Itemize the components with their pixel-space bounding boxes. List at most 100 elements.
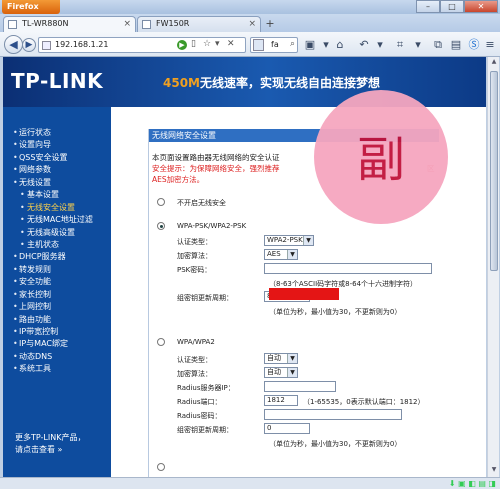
sidebar-item-wizard[interactable]: 设置向导 [13, 139, 93, 151]
label-wpa-period: 组密钥更新周期： [177, 426, 233, 434]
search-text: fa [271, 40, 279, 49]
label-disable-security: 不开启无线安全 [177, 199, 226, 207]
address-bar[interactable]: 192.168.1.21 ▶ ▯ ☆ ▾ ✕ [38, 37, 246, 53]
sidebar-item-mac-filter[interactable]: 无线MAC地址过滤 [13, 214, 93, 226]
label-radius-ip: Radius服务器IP： [177, 384, 235, 392]
label-psk-enc: 加密算法： [177, 252, 212, 260]
wpa-enc-select[interactable]: 自动 ▼ [264, 367, 298, 378]
chevron-down-icon: ▼ [287, 250, 297, 259]
wpa-enc-value: 自动 [267, 368, 281, 376]
slogan-text: 无线速率，实现无线自由连接梦想 [200, 76, 381, 90]
sidebar-item-host-status[interactable]: 主机状态 [13, 239, 93, 251]
header-slogan: 450M无线速率，实现无线自由连接梦想 [163, 74, 380, 91]
sidebar-item-parental[interactable]: 家长控制 [13, 289, 93, 301]
sidebar-item-wireless-security[interactable]: 无线安全设置 [13, 202, 93, 214]
go-icon[interactable]: ▶ [177, 40, 187, 50]
wpa-auth-select[interactable]: 自动 ▼ [264, 353, 298, 364]
chevron-down-icon: ▼ [287, 368, 297, 377]
tab-label: FW150R [156, 19, 190, 28]
scrollbar-thumb[interactable] [490, 71, 498, 271]
addon-icon[interactable]: Ⓢ [466, 38, 482, 52]
label-wpa-auth: 认证类型： [177, 356, 212, 364]
star-icon[interactable]: ☆ [203, 39, 211, 49]
sidebar-item-status[interactable]: 运行状态 [13, 127, 93, 139]
sidebar: 运行状态 设置向导 QSS安全设置 网络参数 无线设置 基本设置 无线安全设置 … [3, 107, 111, 477]
psk-password-field[interactable] [264, 263, 432, 274]
site-identity-icon[interactable] [42, 41, 51, 50]
crop-icon[interactable]: ⌗ [392, 38, 408, 52]
sidebar-item-forwarding[interactable]: 转发规则 [13, 264, 93, 276]
slogan-highlight: 450M [163, 76, 200, 90]
close-tab-icon[interactable]: × [123, 17, 131, 31]
phone-icon[interactable]: ▯ [191, 39, 196, 49]
sidebar-item-wireless-advanced[interactable]: 无线高级设置 [13, 227, 93, 239]
new-tab-icon[interactable]: + [263, 18, 277, 31]
screenshot-icon[interactable]: ⧉ [430, 38, 446, 52]
close-icon[interactable]: ✕ [464, 0, 498, 13]
sidebar-menu: 运行状态 设置向导 QSS安全设置 网络参数 无线设置 基本设置 无线安全设置 … [13, 127, 93, 376]
label-radius-password: Radius密码： [177, 412, 222, 420]
psk-auth-select[interactable]: WPA2-PSK ▼ [264, 235, 314, 246]
sidebar-item-security[interactable]: 安全功能 [13, 276, 93, 288]
window-controls: – □ ✕ [416, 0, 498, 14]
status-bar: ⬇ ▣ ◧ ▤ ◨ [0, 477, 500, 489]
dropdown-icon[interactable]: ▾ [372, 38, 388, 52]
stamp-character: 副 [356, 132, 405, 188]
sidebar-item-qss[interactable]: QSS安全设置 [13, 152, 93, 164]
bookmark-menu-icon[interactable]: ▣ [302, 38, 318, 52]
scroll-down-icon[interactable]: ▼ [489, 466, 499, 476]
back-icon[interactable]: ◀ [4, 35, 23, 54]
radius-port-field[interactable]: 1812 [264, 395, 298, 406]
sidebar-item-access-control[interactable]: 上网控制 [13, 301, 93, 313]
label-wpa: WPA/WPA2 [177, 338, 215, 346]
psk-enc-value: AES [267, 250, 281, 258]
tab-label: TL-WR880N [22, 19, 69, 28]
sidebar-item-wireless[interactable]: 无线设置 [13, 177, 93, 189]
more-products-line2: 请点击查看 » [15, 445, 63, 454]
wpa-period-field[interactable]: 0 [264, 423, 310, 434]
radius-ip-field[interactable] [264, 381, 336, 392]
menu-icon[interactable]: ≡ [482, 38, 498, 52]
undo-icon[interactable]: ↶ [356, 38, 372, 52]
tab-fw150r[interactable]: FW150R × [137, 16, 261, 32]
home-icon[interactable]: ⌂ [332, 38, 348, 52]
sidebar-item-network[interactable]: 网络参数 [13, 164, 93, 176]
radio-disable-security[interactable] [157, 198, 165, 206]
sidebar-item-wireless-basic[interactable]: 基本设置 [13, 189, 93, 201]
radio-wpa[interactable] [157, 338, 165, 346]
sidebar-item-system-tools[interactable]: 系统工具 [13, 363, 93, 375]
radio-wep[interactable] [157, 463, 165, 471]
radius-password-field[interactable] [264, 409, 402, 420]
forward-icon[interactable]: ▶ [22, 38, 36, 52]
label-psk-auth: 认证类型： [177, 238, 212, 246]
more-products-link[interactable]: 更多TP-LINK产品， 请点击查看 » [15, 432, 105, 456]
reload-icon[interactable]: ✕ [227, 39, 235, 49]
label-wpa-enc: 加密算法： [177, 370, 212, 378]
search-icon[interactable]: ⌕ [290, 39, 295, 49]
firefox-menu-button[interactable]: Firefox [2, 0, 60, 14]
dropdown-icon[interactable]: ▾ [215, 39, 220, 49]
radio-wpa-psk[interactable] [157, 222, 165, 230]
minimize-icon[interactable]: – [416, 0, 440, 13]
vertical-scrollbar[interactable]: ▲ ▼ [487, 57, 499, 477]
sidebar-item-dhcp[interactable]: DHCP服务器 [13, 251, 93, 263]
sidebar-item-ip-mac[interactable]: IP与MAC绑定 [13, 338, 93, 350]
note-icon[interactable]: ▤ [448, 38, 464, 52]
psk-enc-select[interactable]: AES ▼ [264, 249, 298, 260]
chevron-down-icon: ▼ [303, 236, 313, 245]
psk-auth-value: WPA2-PSK [267, 236, 303, 244]
maximize-icon[interactable]: □ [440, 0, 464, 13]
search-engine-icon[interactable] [253, 39, 264, 51]
search-box[interactable]: fa ⌕ [250, 37, 298, 53]
sidebar-item-routing[interactable]: 路由功能 [13, 314, 93, 326]
dropdown-icon[interactable]: ▾ [410, 38, 426, 52]
close-tab-icon[interactable]: × [248, 17, 256, 31]
url-text: 192.168.1.21 [55, 40, 109, 49]
sidebar-item-ddns[interactable]: 动态DNS [13, 351, 93, 363]
psk-period-hint: （单位为秒，最小值为30，不更新则为0） [269, 308, 402, 316]
status-icons: ⬇ ▣ ◧ ▤ ◨ [448, 479, 496, 488]
sidebar-item-bandwidth[interactable]: IP带宽控制 [13, 326, 93, 338]
tab-tl-wr880n[interactable]: TL-WR880N × [3, 16, 136, 32]
scroll-up-icon[interactable]: ▲ [489, 58, 499, 68]
security-warning: 安全提示：为保障网络安全，强烈推荐 [152, 164, 280, 173]
